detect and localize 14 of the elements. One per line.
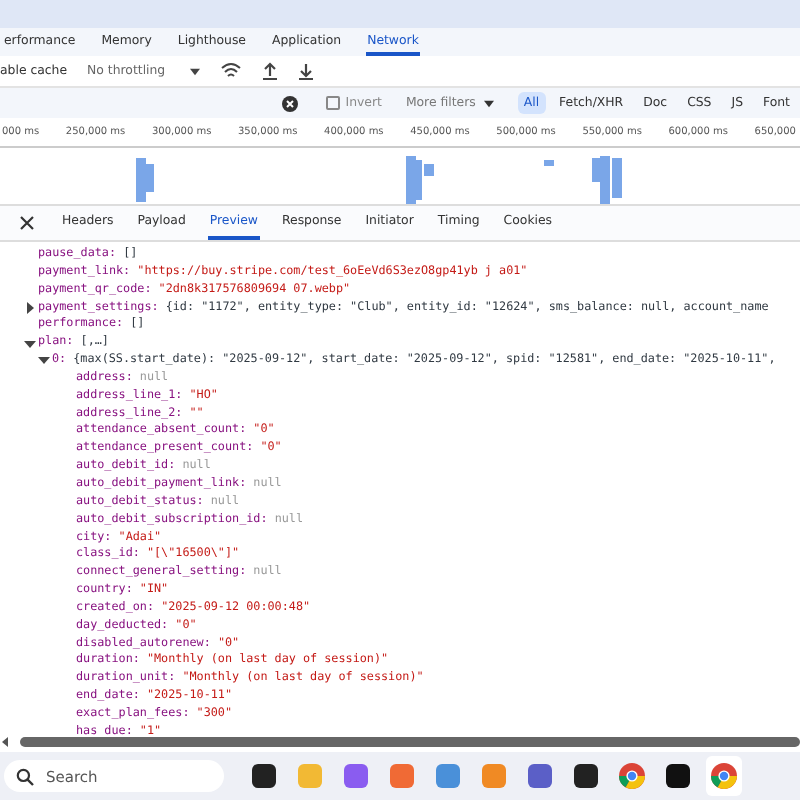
caret-icon <box>483 99 494 107</box>
collapse-arrow-icon[interactable] <box>24 337 36 350</box>
chrome-icon[interactable] <box>618 762 646 790</box>
expand-arrow-icon[interactable] <box>24 301 36 314</box>
close-icon[interactable] <box>20 216 34 230</box>
wifi-settings-icon[interactable] <box>219 62 242 80</box>
download-icon[interactable] <box>297 62 314 80</box>
collapse-arrow-icon[interactable] <box>38 354 50 367</box>
search-icon <box>16 767 34 785</box>
upload-icon[interactable] <box>261 62 278 80</box>
chrome-icon[interactable] <box>710 762 738 790</box>
horizontal-scrollbar[interactable] <box>0 736 800 748</box>
clear-icon[interactable] <box>281 95 298 111</box>
caret-icon <box>189 67 200 75</box>
